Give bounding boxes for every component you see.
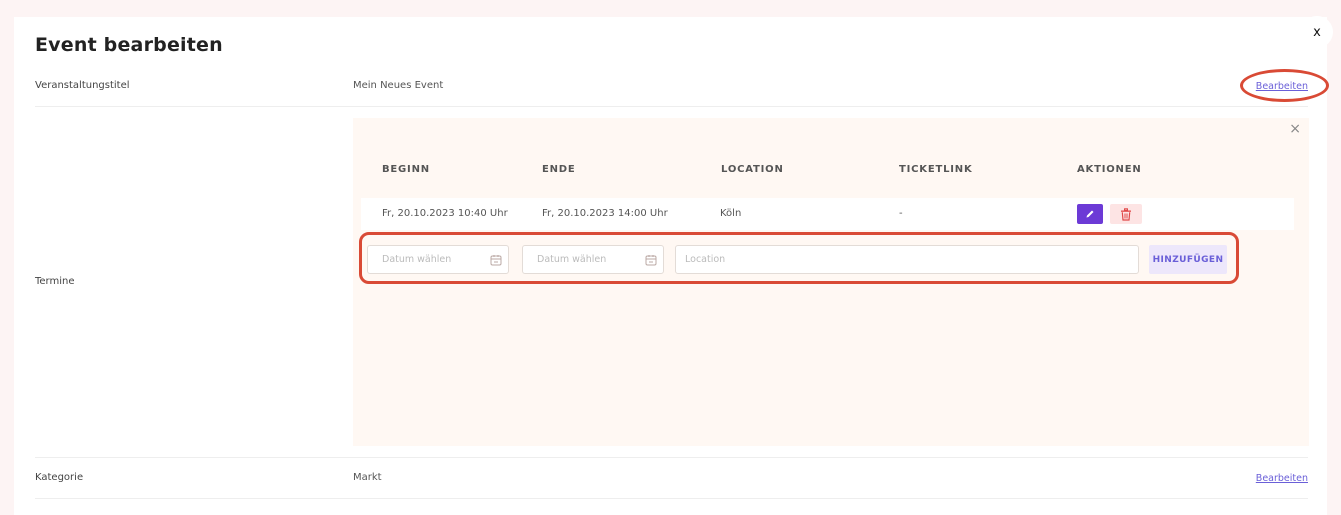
header-ende: ENDE <box>542 164 576 175</box>
close-icon[interactable]: × <box>1289 121 1301 137</box>
pencil-icon <box>1086 210 1094 218</box>
divider <box>35 106 1308 107</box>
kategorie-value: Markt <box>353 472 382 483</box>
cell-beginn: Fr, 20.10.2023 10:40 Uhr <box>382 208 508 219</box>
page-title: Event bearbeiten <box>35 34 223 56</box>
termine-label: Termine <box>35 276 75 287</box>
divider <box>35 498 1308 499</box>
highlight-oval <box>1240 69 1329 102</box>
event-title-value: Mein Neues Event <box>353 80 444 91</box>
header-location: LOCATION <box>721 164 784 175</box>
header-beginn: BEGINN <box>382 164 430 175</box>
edit-kategorie-link[interactable]: Bearbeiten <box>1256 473 1308 484</box>
cell-ende: Fr, 20.10.2023 14:00 Uhr <box>542 208 668 219</box>
event-title-label: Veranstaltungstitel <box>35 80 130 91</box>
delete-termin-button[interactable] <box>1110 204 1142 224</box>
header-ticketlink: TICKETLINK <box>899 164 973 175</box>
highlight-rectangle <box>359 232 1239 284</box>
header-aktionen: AKTIONEN <box>1077 164 1142 175</box>
trash-icon <box>1121 207 1131 221</box>
divider <box>35 457 1308 458</box>
edit-termin-button[interactable] <box>1077 204 1103 224</box>
cell-location: Köln <box>720 208 742 219</box>
table-row: Fr, 20.10.2023 10:40 Uhr Fr, 20.10.2023 … <box>361 198 1294 230</box>
kategorie-label: Kategorie <box>35 472 84 483</box>
cell-ticketlink: - <box>899 208 903 219</box>
close-modal-button[interactable]: x <box>1301 16 1333 48</box>
